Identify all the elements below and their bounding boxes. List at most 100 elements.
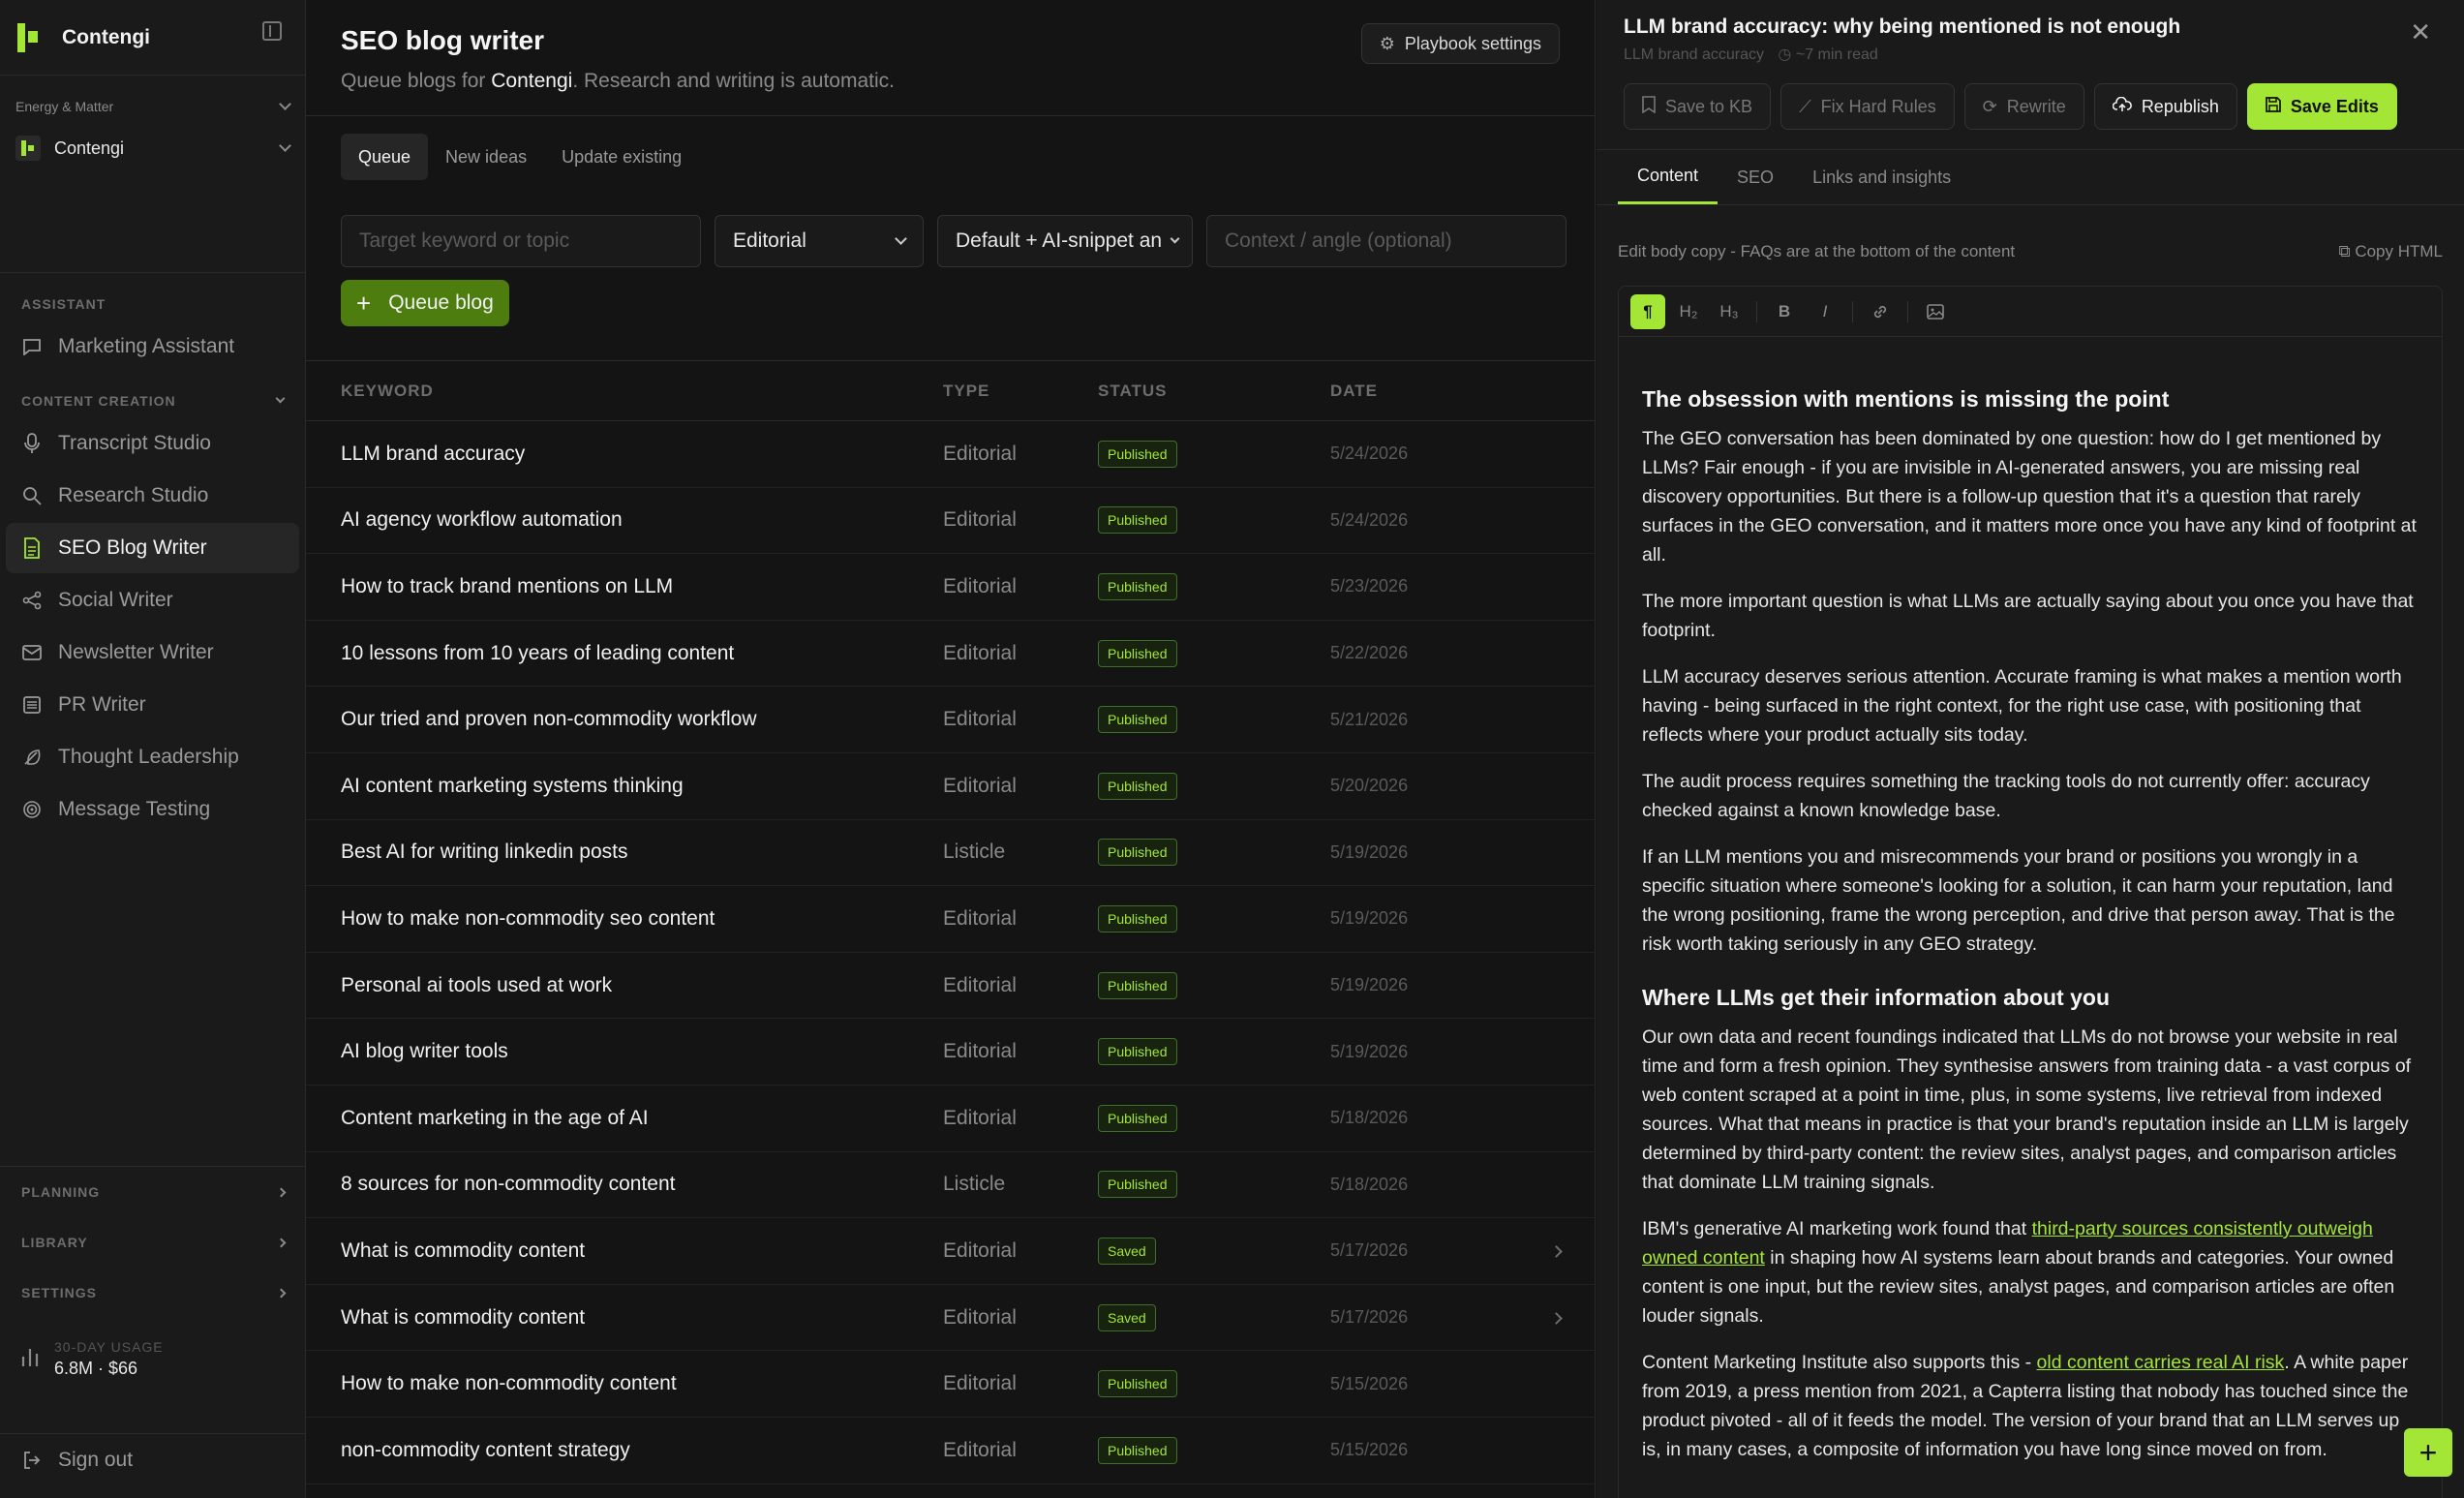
article-paragraph: LLM accuracy deserves serious attention.… xyxy=(1642,666,2402,746)
sidebar-item-thought-leadership[interactable]: Thought Leadership xyxy=(6,732,299,782)
row-status: Published xyxy=(1098,1171,1330,1199)
collapse-sidebar-icon[interactable] xyxy=(262,21,282,41)
sidebar-item-pr-writer[interactable]: PR Writer xyxy=(6,680,299,730)
row-date: 5/20/2026 xyxy=(1330,776,1409,796)
context-input[interactable]: Context / angle (optional) xyxy=(1206,215,1567,267)
republish-button[interactable]: Republish xyxy=(2093,83,2237,130)
paragraph-button[interactable]: ¶ xyxy=(1630,293,1665,329)
row-status: Published xyxy=(1098,1038,1330,1066)
table-row[interactable]: non-commodity content strategy Editorial P… xyxy=(306,1418,1596,1484)
chevron-right-icon xyxy=(276,1288,287,1298)
link-button[interactable] xyxy=(1863,294,1898,329)
chevron-down-icon xyxy=(279,98,291,110)
page-subtitle: Queue blogs for Contengi. Research and w… xyxy=(341,70,895,92)
status-badge: Published xyxy=(1098,904,1177,932)
row-status: Published xyxy=(1098,1436,1330,1464)
keyword-input[interactable]: Target keyword or topic xyxy=(341,215,701,267)
sidebar-item-social-writer[interactable]: Social Writer xyxy=(6,575,299,626)
usage-label: 30-DAY USAGE xyxy=(54,1339,164,1355)
type-select[interactable]: Editorial xyxy=(715,215,924,267)
save-to-kb-button[interactable]: Save to KB xyxy=(1624,83,1772,130)
close-icon[interactable]: ✕ xyxy=(2410,17,2431,47)
edit-hint: Edit body copy - FAQs are at the bottom … xyxy=(1618,242,2016,260)
table-row[interactable]: Personal ai tools used at work Editorial P… xyxy=(306,953,1596,1020)
table-row[interactable]: AI agency workflow automation Editorial Pu… xyxy=(306,488,1596,555)
add-block-button[interactable]: + xyxy=(2404,1428,2452,1477)
row-keyword: Personal ai tools used at work xyxy=(341,973,613,996)
article-paragraph: IBM's generative AI marketing work found… xyxy=(1642,1218,2395,1327)
gear-icon: ⚙ xyxy=(1379,33,1395,53)
sidebar-item-research-studio[interactable]: Research Studio xyxy=(6,471,299,521)
row-keyword: Best AI for writing linkedin posts xyxy=(341,841,628,864)
sidebar-item-seo-blog-writer[interactable]: SEO Blog Writer xyxy=(6,523,299,573)
table-row[interactable]: 10 lessons from 10 years of leading cont… xyxy=(306,621,1596,688)
citation-link[interactable]: old content carries real AI risk xyxy=(2037,1352,2285,1373)
copy-html-button[interactable]: ⧉ Copy HTML xyxy=(2338,242,2443,261)
status-badge: Published xyxy=(1098,1104,1177,1132)
table-row[interactable]: How to track brand mentions on LLM Editor… xyxy=(306,554,1596,621)
playbook-settings-button[interactable]: ⚙ Playbook settings xyxy=(1360,23,1560,64)
table-body: LLM brand accuracy Editorial Published 5/24… xyxy=(306,421,1596,1484)
article-panel: LLM brand accuracy: why being mentioned … xyxy=(1597,0,2464,1498)
table-row[interactable]: Our tried and proven non-commodity workf… xyxy=(306,687,1596,753)
table-row[interactable]: Content marketing in the age of AI Editor… xyxy=(306,1085,1596,1152)
table-row[interactable]: What is commodity content Editorial Saved 5… xyxy=(306,1285,1596,1352)
chevron-down-icon xyxy=(1170,233,1180,244)
table-row[interactable]: AI content marketing systems thinking Edi… xyxy=(306,753,1596,820)
row-type: Editorial xyxy=(943,708,1017,731)
format-select[interactable]: Default + AI-snippet an xyxy=(937,215,1193,267)
queue-blog-button[interactable]: + Queue blog xyxy=(341,280,509,326)
image-button[interactable] xyxy=(1918,294,1953,329)
table-row[interactable]: What is commodity content Editorial Saved 5… xyxy=(306,1218,1596,1285)
status-badge: Published xyxy=(1098,506,1177,535)
chevron-right-icon xyxy=(1550,1245,1563,1258)
row-status: Published xyxy=(1098,1370,1330,1398)
sidebar-item-label: Marketing Assistant xyxy=(58,335,235,357)
table-row[interactable]: How to make non-commodity content Editori… xyxy=(306,1351,1596,1418)
row-keyword: AI blog writer tools xyxy=(341,1040,508,1063)
table-row[interactable]: How to make non-commodity seo content Edi… xyxy=(306,886,1596,953)
brand-name: Contengi xyxy=(62,25,150,48)
fix-hard-rules-button[interactable]: ⟋ Fix Hard Rules xyxy=(1780,83,1955,130)
heading-3-button[interactable]: H₃ xyxy=(1712,294,1747,329)
tab-update-existing[interactable]: Update existing xyxy=(544,134,699,180)
chevron-right-icon xyxy=(276,1187,287,1197)
tab-seo[interactable]: SEO xyxy=(1718,150,1793,204)
tab-links-and-insights[interactable]: Links and insights xyxy=(1793,150,1970,204)
italic-button[interactable]: I xyxy=(1808,294,1842,329)
row-keyword: LLM brand accuracy xyxy=(341,442,526,465)
sidebar-item-marketing-assistant[interactable]: Marketing Assistant xyxy=(6,321,299,372)
sidebar-item-planning[interactable]: PLANNING xyxy=(0,1167,306,1217)
workspace-selector[interactable]: Contengi xyxy=(15,136,291,161)
table-row[interactable]: AI blog writer tools Editorial Published 5/… xyxy=(306,1019,1596,1085)
sidebar-item-library[interactable]: LIBRARY xyxy=(0,1217,306,1268)
bold-button[interactable]: B xyxy=(1767,294,1802,329)
content-creation-heading[interactable]: CONTENT CREATION xyxy=(0,393,305,409)
tab-new-ideas[interactable]: New ideas xyxy=(428,134,544,180)
rewrite-button[interactable]: ⟳ Rewrite xyxy=(1963,83,2084,130)
workspace-avatar xyxy=(15,136,41,161)
org-selector[interactable]: Energy & Matter xyxy=(15,98,291,114)
tab-queue[interactable]: Queue xyxy=(341,134,429,180)
sidebar-item-transcript-studio[interactable]: Transcript Studio xyxy=(6,418,299,469)
status-badge: Published xyxy=(1098,971,1177,999)
table-row[interactable]: Best AI for writing linkedin posts Listic… xyxy=(306,820,1596,887)
sidebar-item-message-testing[interactable]: Message Testing xyxy=(6,784,299,835)
row-type: Editorial xyxy=(943,906,1017,930)
chat-icon xyxy=(21,336,43,357)
sign-out-button[interactable]: Sign out xyxy=(0,1433,306,1485)
row-type: Editorial xyxy=(943,442,1017,465)
row-date: 5/18/2026 xyxy=(1330,1108,1409,1128)
article-editor[interactable]: The obsession with mentions is missing t… xyxy=(1618,336,2443,1498)
status-badge: Published xyxy=(1098,572,1177,600)
table-row[interactable]: LLM brand accuracy Editorial Published 5/24… xyxy=(306,421,1596,488)
page-header: SEO blog writer Queue blogs for Contengi… xyxy=(306,0,1595,116)
save-edits-button[interactable]: Save Edits xyxy=(2246,83,2397,130)
sidebar-item-settings[interactable]: SETTINGS xyxy=(0,1268,306,1318)
row-date: 5/24/2026 xyxy=(1330,509,1409,530)
tab-content[interactable]: Content xyxy=(1618,150,1719,204)
table-row[interactable]: 8 sources for non-commodity content Listi… xyxy=(306,1152,1596,1219)
heading-2-button[interactable]: H₂ xyxy=(1671,294,1706,329)
sidebar-item-newsletter-writer[interactable]: Newsletter Writer xyxy=(6,627,299,678)
row-status: Published xyxy=(1098,572,1330,600)
